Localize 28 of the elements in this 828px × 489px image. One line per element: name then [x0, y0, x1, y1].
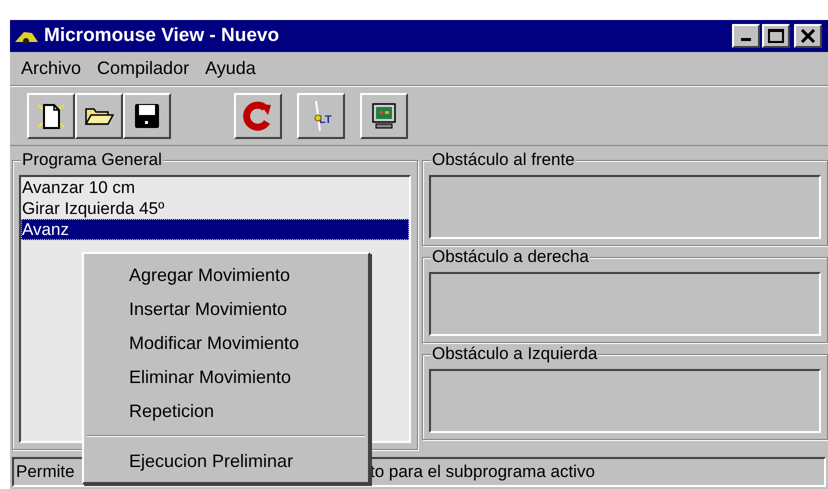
context-menu-item[interactable]: Agregar Movimiento	[87, 258, 365, 292]
monitor-icon	[370, 102, 398, 130]
list-item[interactable]: Avanz	[21, 219, 409, 240]
context-menu-item[interactable]: Modificar Movimiento	[87, 326, 365, 360]
status-text: Permite	[15, 461, 75, 484]
toolbar-button[interactable]	[75, 93, 123, 139]
circular-arrow-icon	[243, 100, 273, 132]
list-item[interactable]: Girar Izquierda 45º	[21, 198, 409, 219]
toolbar-button[interactable]	[360, 93, 408, 139]
minimize-button[interactable]	[732, 24, 760, 48]
close-icon	[801, 29, 815, 43]
context-menu-item[interactable]: Insertar Movimiento	[87, 292, 365, 326]
menu-item[interactable]: Ayuda	[198, 55, 263, 82]
toolbar-button[interactable]	[123, 93, 171, 139]
menu-item[interactable]: Compilador	[90, 55, 196, 82]
toolbar-button[interactable]	[27, 93, 75, 139]
menu-item[interactable]: Archivo	[14, 55, 88, 82]
context-menu-item[interactable]: Repeticion	[87, 394, 365, 428]
toolbar-button[interactable]	[234, 93, 282, 139]
close-button[interactable]	[794, 24, 822, 48]
list-item[interactable]: Avanzar 10 cm	[21, 177, 409, 198]
new-file-icon	[36, 101, 66, 131]
context-menu-item[interactable]: Ejecucion Preliminar	[87, 444, 365, 478]
window-title: Micromouse View - Nuevo	[44, 24, 280, 48]
group-title: Obstáculo a Izquierda	[431, 344, 598, 364]
context-menu-item[interactable]: Eliminar Movimiento	[87, 360, 365, 394]
maximize-button[interactable]	[762, 24, 790, 48]
group-title: Programa General	[21, 150, 163, 170]
